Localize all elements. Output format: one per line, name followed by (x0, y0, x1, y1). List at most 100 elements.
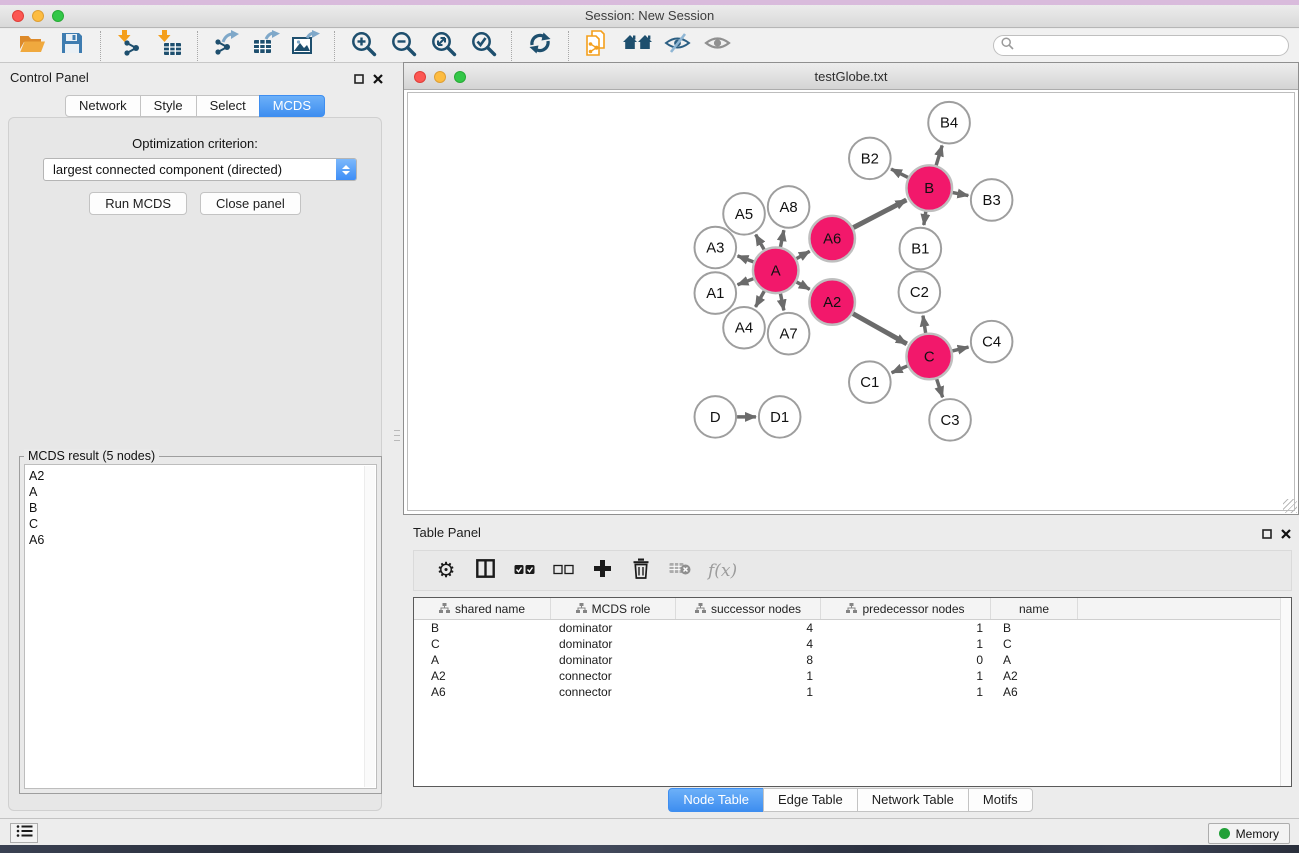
mcds-result-item[interactable]: A6 (29, 532, 376, 548)
minimize-view-button[interactable] (434, 71, 446, 83)
hide-all-columns-button[interactable] (552, 562, 574, 580)
zoom-fit-button[interactable] (423, 31, 463, 61)
graph-edge-A2-C[interactable] (853, 314, 907, 344)
mcds-result-item[interactable]: A (29, 484, 376, 500)
table-row[interactable]: Cdominator41C (414, 636, 1291, 652)
table-scrollbar[interactable] (1280, 598, 1291, 786)
table-cell[interactable]: C (414, 636, 551, 652)
tab-edge-table[interactable]: Edge Table (763, 788, 858, 812)
table-cell[interactable]: A6 (414, 684, 551, 700)
import-network-button[interactable] (109, 31, 149, 61)
tab-mcds[interactable]: MCDS (259, 95, 325, 117)
float-panel-icon[interactable] (1262, 526, 1272, 544)
mcds-result-item[interactable]: C (29, 516, 376, 532)
column-header[interactable]: MCDS role (551, 598, 676, 619)
export-image-button[interactable] (286, 31, 326, 61)
table-row[interactable]: A6connector11A6 (414, 684, 1291, 700)
list-scrollbar[interactable] (364, 466, 375, 787)
close-panel-icon[interactable] (373, 71, 383, 89)
criterion-select[interactable]: largest connected component (directed) (43, 158, 357, 181)
graph-edge-A6-B[interactable] (853, 200, 906, 228)
graph-edge-C-C4[interactable] (952, 347, 968, 351)
graph-edge-A-A8[interactable] (780, 230, 783, 247)
table-cell[interactable]: connector (551, 684, 676, 700)
zoom-in-button[interactable] (343, 31, 383, 61)
home-view-button[interactable] (617, 31, 657, 61)
table-cell[interactable]: 8 (676, 652, 821, 668)
table-cell[interactable]: dominator (551, 636, 676, 652)
table-cell[interactable]: 4 (676, 620, 821, 636)
search-input[interactable] (1018, 37, 1288, 54)
mcds-result-list[interactable]: A2ABCA6 (24, 464, 377, 789)
task-history-button[interactable] (10, 823, 38, 843)
zoom-selected-button[interactable] (463, 31, 503, 61)
delete-column-button[interactable] (630, 558, 652, 584)
graph-edge-A-A6[interactable] (796, 251, 809, 258)
graph-edge-C-C2[interactable] (923, 316, 926, 333)
table-cell[interactable]: C (991, 636, 1078, 652)
graph-edge-B-B4[interactable] (936, 145, 942, 165)
tab-style[interactable]: Style (140, 95, 197, 117)
refresh-button[interactable] (520, 31, 560, 61)
table-cell[interactable]: 1 (821, 620, 991, 636)
clone-network-button[interactable] (577, 31, 617, 61)
save-session-button[interactable] (52, 31, 92, 61)
maximize-view-button[interactable] (454, 71, 466, 83)
graph-edge-C-C3[interactable] (937, 379, 943, 397)
table-cell[interactable]: A2 (414, 668, 551, 684)
column-header[interactable]: predecessor nodes (821, 598, 991, 619)
show-all-columns-button[interactable] (513, 562, 535, 580)
table-cell[interactable]: B (991, 620, 1078, 636)
column-header[interactable]: name (991, 598, 1078, 619)
window-resize-grip[interactable] (1283, 499, 1297, 513)
hide-graphics-details-button[interactable] (657, 31, 697, 61)
close-panel-button[interactable]: Close panel (200, 192, 301, 215)
column-header[interactable]: successor nodes (676, 598, 821, 619)
close-view-button[interactable] (414, 71, 426, 83)
tab-network[interactable]: Network (65, 95, 141, 117)
network-graph[interactable]: B4B2BB3A8A5A6A3B1AA1C2A2A4A7C4CC1C3DD1 (408, 93, 1294, 510)
table-cell[interactable]: A2 (991, 668, 1078, 684)
column-header[interactable]: shared name (414, 598, 551, 619)
table-options-button[interactable]: ⚙ (435, 560, 457, 581)
mcds-result-item[interactable]: A2 (29, 468, 376, 484)
table-row[interactable]: Adominator80A (414, 652, 1291, 668)
table-cell[interactable]: A (414, 652, 551, 668)
table-cell[interactable]: 1 (821, 636, 991, 652)
create-column-button[interactable] (591, 559, 613, 583)
table-cell[interactable]: 1 (821, 684, 991, 700)
graph-edge-A-A7[interactable] (780, 294, 783, 311)
delete-table-button[interactable] (669, 561, 691, 581)
tab-network-table[interactable]: Network Table (857, 788, 969, 812)
graph-edge-A-A4[interactable] (756, 291, 765, 307)
graph-edge-B-B2[interactable] (891, 169, 908, 177)
graph-edge-B-B3[interactable] (953, 193, 969, 196)
graph-edge-C-C1[interactable] (892, 366, 908, 373)
graph-edge-A-A5[interactable] (756, 235, 764, 250)
table-cell[interactable]: A6 (991, 684, 1078, 700)
graph-edge-A-A3[interactable] (738, 256, 754, 262)
close-panel-icon[interactable] (1281, 526, 1291, 544)
graph-edge-B-B1[interactable] (924, 212, 926, 225)
choose-columns-button[interactable] (474, 559, 496, 583)
table-cell[interactable]: 4 (676, 636, 821, 652)
export-network-button[interactable] (206, 31, 246, 61)
export-table-button[interactable] (246, 31, 286, 61)
graph-edge-A-A2[interactable] (796, 282, 809, 289)
memory-button[interactable]: Memory (1208, 823, 1290, 844)
table-cell[interactable]: 1 (821, 668, 991, 684)
import-table-button[interactable] (149, 31, 189, 61)
table-cell[interactable]: 0 (821, 652, 991, 668)
table-row[interactable]: Bdominator41B (414, 620, 1291, 636)
tab-motifs[interactable]: Motifs (968, 788, 1033, 812)
table-cell[interactable]: dominator (551, 620, 676, 636)
network-canvas[interactable]: B4B2BB3A8A5A6A3B1AA1C2A2A4A7C4CC1C3DD1 (407, 92, 1295, 511)
show-graphics-details-button[interactable] (697, 31, 737, 61)
run-mcds-button[interactable]: Run MCDS (89, 192, 187, 215)
table-cell[interactable]: 1 (676, 684, 821, 700)
table-cell[interactable]: dominator (551, 652, 676, 668)
zoom-out-button[interactable] (383, 31, 423, 61)
open-session-button[interactable] (12, 31, 52, 61)
panel-divider-grip[interactable] (394, 430, 400, 458)
search-field[interactable] (993, 35, 1289, 56)
